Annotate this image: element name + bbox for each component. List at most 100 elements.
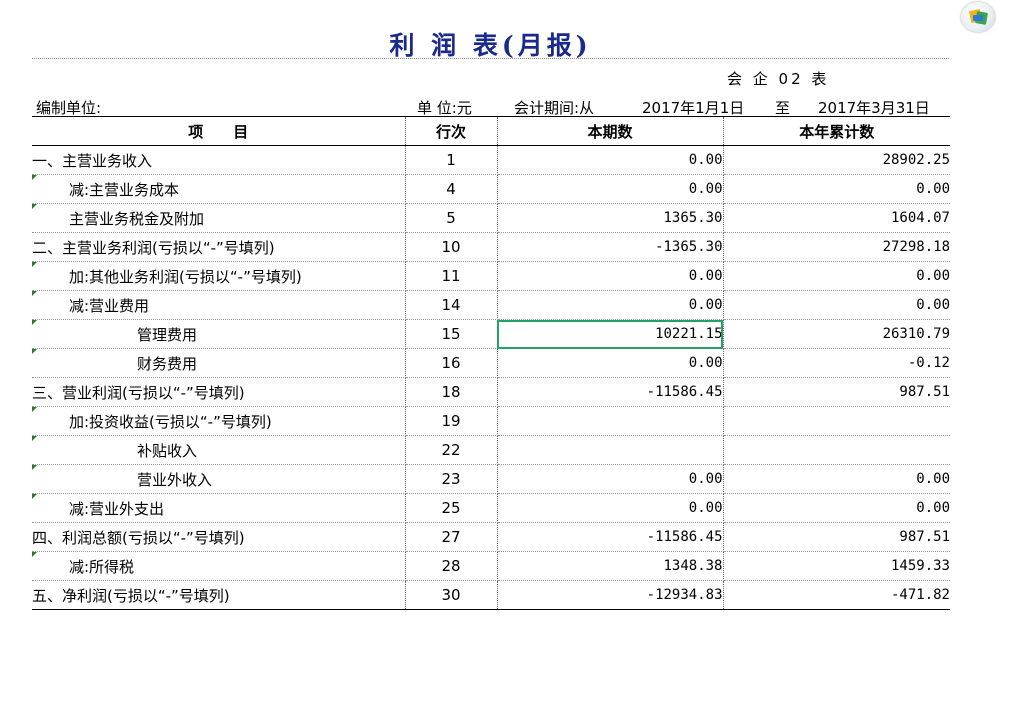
table-row: 三、营业利润(亏损以“-”号填列) 18 -11586.45 987.51 [32, 377, 950, 407]
table-row: 营业外收入 23 0.00 0.00 [32, 464, 950, 494]
line-no-cell[interactable]: 22 [405, 435, 498, 465]
item-cell[interactable]: 营业外收入 [32, 464, 406, 494]
comment-marker-icon [32, 262, 37, 267]
ytd-cell[interactable]: 0.00 [723, 174, 950, 204]
table-row: 财务费用 16 0.00 -0.12 [32, 348, 950, 378]
comment-marker-icon [32, 436, 37, 441]
item-cell[interactable]: 减:所得税 [32, 551, 406, 581]
item-cell[interactable]: 补贴收入 [32, 435, 406, 465]
ytd-cell[interactable] [723, 435, 950, 465]
comment-marker-icon [32, 291, 37, 296]
comment-marker-icon [32, 465, 37, 470]
ytd-cell[interactable]: 1604.07 [723, 203, 950, 233]
compiling-unit-label: 编制单位: [36, 99, 102, 117]
header-row: 项 目 行次 本期数 本年累计数 [32, 116, 950, 146]
table-row: 减:营业外支出 25 0.00 0.00 [32, 493, 950, 523]
ytd-cell[interactable]: 27298.18 [723, 232, 950, 262]
ytd-cell[interactable]: 987.51 [723, 522, 950, 552]
line-no-cell[interactable]: 18 [405, 377, 498, 407]
current-cell[interactable]: 0.00 [497, 174, 724, 204]
current-cell[interactable]: 0.00 [497, 348, 724, 378]
item-cell[interactable]: 加:其他业务利润(亏损以“-”号填列) [32, 261, 406, 291]
comment-marker-icon [32, 494, 37, 499]
line-no-cell[interactable]: 28 [405, 551, 498, 581]
ytd-cell[interactable]: 0.00 [723, 464, 950, 494]
item-cell[interactable]: 一、主营业务收入 [32, 145, 406, 175]
line-no-cell[interactable]: 16 [405, 348, 498, 378]
current-cell-selected[interactable]: 10221.15 [497, 319, 724, 349]
item-cell[interactable]: 减:主营业务成本 [32, 174, 406, 204]
current-cell[interactable]: -11586.45 [497, 377, 724, 407]
current-cell[interactable]: -1365.30 [497, 232, 724, 262]
item-cell[interactable]: 二、主营业务利润(亏损以“-”号填列) [32, 232, 406, 262]
period-end-date: 2017年3月31日 [818, 99, 930, 117]
report-title: 利 润 表(月报) [389, 31, 592, 60]
current-cell[interactable]: 1365.30 [497, 203, 724, 233]
item-cell[interactable]: 减:营业费用 [32, 290, 406, 320]
office-app-icon[interactable] [961, 2, 995, 32]
ytd-cell[interactable]: 28902.25 [723, 145, 950, 175]
line-no-cell[interactable]: 14 [405, 290, 498, 320]
current-cell[interactable]: 1348.38 [497, 551, 724, 581]
table-row: 减:主营业务成本 4 0.00 0.00 [32, 174, 950, 204]
current-cell[interactable] [497, 435, 724, 465]
current-cell[interactable] [497, 406, 724, 436]
current-cell[interactable]: 0.00 [497, 493, 724, 523]
item-cell[interactable]: 五、净利润(亏损以“-”号填列) [32, 580, 406, 610]
line-no-cell[interactable]: 10 [405, 232, 498, 262]
currency-unit-label: 单 位:元 [417, 99, 472, 117]
item-cell[interactable]: 减:营业外支出 [32, 493, 406, 523]
table-row: 补贴收入 22 [32, 435, 950, 465]
ytd-cell[interactable]: -0.12 [723, 348, 950, 378]
current-cell[interactable]: 0.00 [497, 145, 724, 175]
line-no-cell[interactable]: 30 [405, 580, 498, 610]
table-row: 管理费用 15 10221.15 26310.79 [32, 319, 950, 349]
comment-marker-icon [32, 175, 37, 180]
line-no-cell[interactable]: 19 [405, 406, 498, 436]
ytd-cell[interactable]: 0.00 [723, 493, 950, 523]
period-start-date: 2017年1月1日 [642, 99, 745, 117]
line-no-cell[interactable]: 11 [405, 261, 498, 291]
table-row: 主营业务税金及附加 5 1365.30 1604.07 [32, 203, 950, 233]
line-no-cell[interactable]: 4 [405, 174, 498, 204]
ytd-cell[interactable]: 0.00 [723, 290, 950, 320]
table-row: 五、净利润(亏损以“-”号填列) 30 -12934.83 -471.82 [32, 580, 950, 610]
ytd-cell[interactable] [723, 406, 950, 436]
period-to-label: 至 [775, 99, 791, 117]
ytd-cell[interactable]: 26310.79 [723, 319, 950, 349]
current-cell[interactable]: -12934.83 [497, 580, 724, 610]
comment-marker-icon [32, 407, 37, 412]
line-no-cell[interactable]: 5 [405, 203, 498, 233]
item-cell[interactable]: 主营业务税金及附加 [32, 203, 406, 233]
header-line-no[interactable]: 行次 [405, 116, 498, 146]
item-cell[interactable]: 管理费用 [32, 319, 406, 349]
current-cell[interactable]: 0.00 [497, 290, 724, 320]
ytd-cell[interactable]: 987.51 [723, 377, 950, 407]
current-cell[interactable]: -11586.45 [497, 522, 724, 552]
ytd-cell[interactable]: 0.00 [723, 261, 950, 291]
title-divider [32, 58, 949, 59]
ytd-cell[interactable]: 1459.33 [723, 551, 950, 581]
item-cell[interactable]: 财务费用 [32, 348, 406, 378]
comment-marker-icon [32, 349, 37, 354]
income-statement-table: 项 目 行次 本期数 本年累计数 一、主营业务收入 1 0.00 28902.2… [32, 116, 950, 610]
item-cell[interactable]: 加:投资收益(亏损以“-”号填列) [32, 406, 406, 436]
line-no-cell[interactable]: 23 [405, 464, 498, 494]
comment-marker-icon [32, 552, 37, 557]
header-current-period[interactable]: 本期数 [497, 116, 724, 146]
item-cell[interactable]: 四、利润总额(亏损以“-”号填列) [32, 522, 406, 552]
form-code: 会 企 02 表 [727, 70, 830, 88]
item-cell[interactable]: 三、营业利润(亏损以“-”号填列) [32, 377, 406, 407]
line-no-cell[interactable]: 15 [405, 319, 498, 349]
header-item[interactable]: 项 目 [32, 116, 406, 146]
line-no-cell[interactable]: 25 [405, 493, 498, 523]
line-no-cell[interactable]: 27 [405, 522, 498, 552]
current-cell[interactable]: 0.00 [497, 261, 724, 291]
ytd-cell[interactable]: -471.82 [723, 580, 950, 610]
table-row: 一、主营业务收入 1 0.00 28902.25 [32, 145, 950, 175]
header-year-to-date[interactable]: 本年累计数 [723, 116, 950, 146]
table-row: 四、利润总额(亏损以“-”号填列) 27 -11586.45 987.51 [32, 522, 950, 552]
comment-marker-icon [32, 320, 37, 325]
current-cell[interactable]: 0.00 [497, 464, 724, 494]
line-no-cell[interactable]: 1 [405, 145, 498, 175]
